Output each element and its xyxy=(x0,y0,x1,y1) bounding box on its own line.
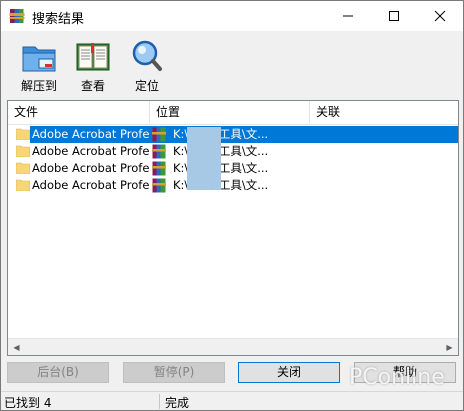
rar-archive-icon xyxy=(152,127,166,142)
table-row[interactable]: Adobe Acrobat Profe... K:\ \系统工具\文... xyxy=(8,126,458,143)
list-header: 文件 位置 关联 xyxy=(8,101,458,125)
view-label: 查看 xyxy=(80,79,105,93)
maximize-button[interactable] xyxy=(371,1,417,31)
minimize-icon xyxy=(343,15,353,17)
close-icon xyxy=(434,10,446,22)
close-window-button[interactable] xyxy=(417,1,463,31)
folder-icon xyxy=(16,162,30,174)
folder-icon xyxy=(16,179,30,191)
status-bar: 已找到 4 完成 xyxy=(1,391,463,411)
view-button[interactable]: 查看 xyxy=(67,39,119,95)
table-row[interactable]: Adobe Acrobat Profe... K:\ \系统工具\文... xyxy=(8,143,458,160)
horizontal-scrollbar[interactable]: ◀ ▶ xyxy=(8,338,458,355)
table-row[interactable]: Adobe Acrobat Profe... K:\ \系统工具\文... xyxy=(8,177,458,194)
column-header-association[interactable]: 关联 xyxy=(310,101,458,123)
folder-icon xyxy=(16,145,30,157)
background-button[interactable]: 后台(B) xyxy=(7,362,109,383)
search-state: 完成 xyxy=(165,396,190,410)
close-button[interactable]: 关闭 xyxy=(238,362,340,383)
locate-button[interactable]: 定位 xyxy=(121,39,173,95)
association-cell xyxy=(316,177,456,194)
association-cell xyxy=(316,160,456,177)
found-count: 已找到 4 xyxy=(4,396,52,410)
watermark: PConline xyxy=(349,365,445,390)
column-header-file[interactable]: 文件 xyxy=(8,101,150,123)
folder-icon xyxy=(16,128,30,140)
column-header-location[interactable]: 位置 xyxy=(150,101,310,123)
rar-archive-icon xyxy=(152,161,166,176)
locate-label: 定位 xyxy=(134,79,159,93)
magnifier-icon xyxy=(132,40,162,71)
title-bar[interactable]: 搜索结果 xyxy=(1,1,463,31)
results-list[interactable]: 文件 位置 关联 Adobe Acrobat Profe... K:\ \系统工… xyxy=(7,100,459,356)
window-title: 搜索结果 xyxy=(32,12,85,27)
rar-archive-icon xyxy=(152,144,166,159)
file-name-cell: Adobe Acrobat Profe... xyxy=(32,178,150,192)
extract-to-button[interactable]: 解压到 xyxy=(13,39,65,95)
scroll-right-arrow-icon[interactable]: ▶ xyxy=(441,339,458,355)
maximize-icon xyxy=(389,11,399,21)
table-row[interactable]: Adobe Acrobat Profe... K:\ \系统工具\文... xyxy=(8,160,458,177)
minimize-button[interactable] xyxy=(325,1,371,31)
winrar-app-icon xyxy=(9,9,25,23)
search-results-window: 搜索结果 解压到 查看 定位 文件 位置 关联 Adobe Acrobat Pr… xyxy=(0,0,464,411)
redaction-block xyxy=(187,127,221,190)
extract-folder-icon xyxy=(22,46,56,72)
pause-button[interactable]: 暂停(P) xyxy=(123,362,225,383)
file-name-cell: Adobe Acrobat Profe... xyxy=(32,127,150,141)
extract-to-label: 解压到 xyxy=(20,79,57,93)
association-cell xyxy=(316,143,456,160)
scroll-left-arrow-icon[interactable]: ◀ xyxy=(8,339,25,355)
association-cell xyxy=(316,126,456,143)
rar-archive-icon xyxy=(152,178,166,193)
book-icon xyxy=(76,43,110,71)
file-name-cell: Adobe Acrobat Profe... xyxy=(32,144,150,158)
file-name-cell: Adobe Acrobat Profe... xyxy=(32,161,150,175)
